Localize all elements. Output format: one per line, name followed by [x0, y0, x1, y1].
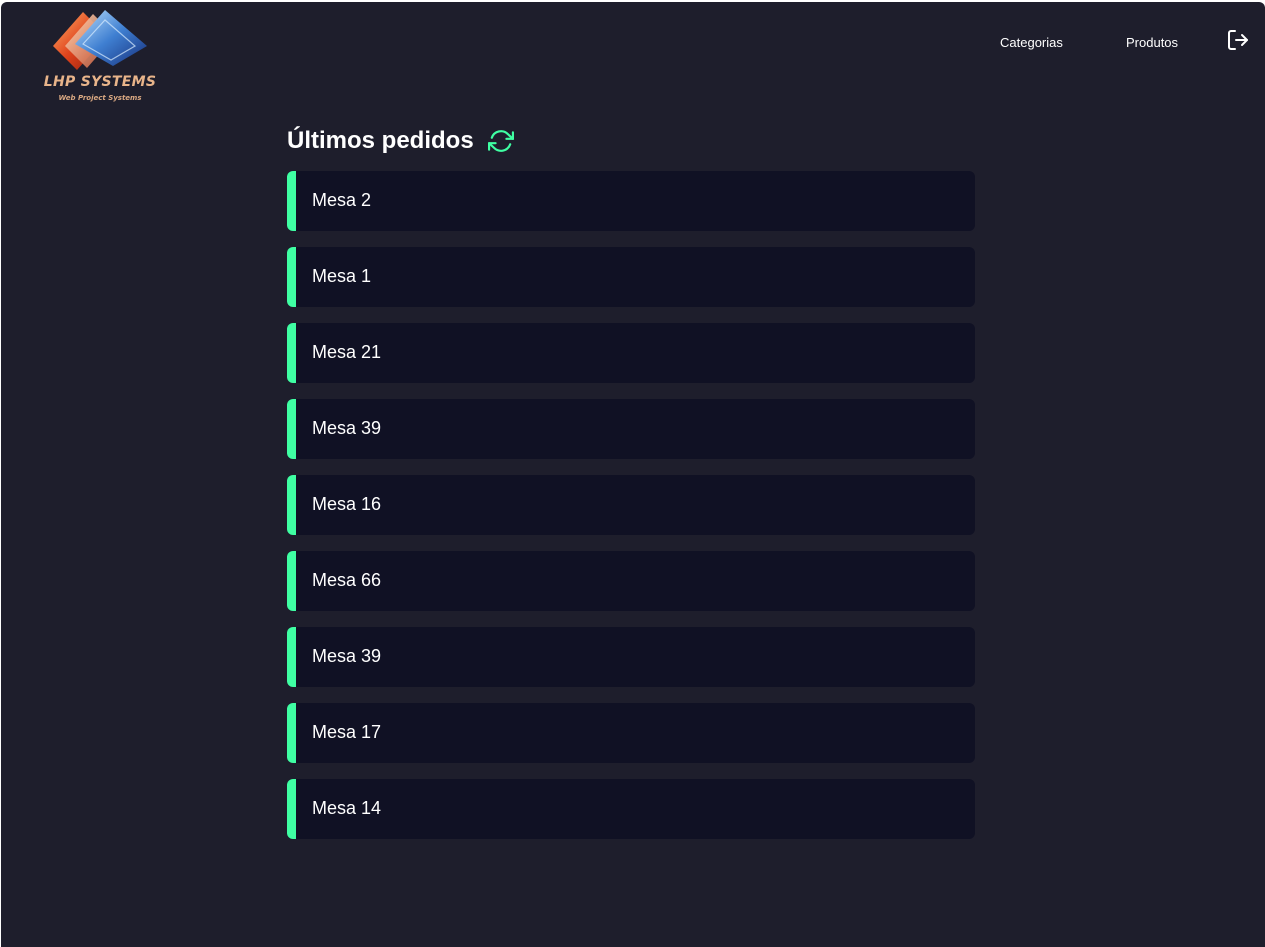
- order-status-bar: [287, 323, 296, 383]
- order-status-bar: [287, 551, 296, 611]
- order-table-label: Mesa 14: [312, 798, 382, 818]
- nav-link-categorias[interactable]: Categorias: [1000, 35, 1063, 50]
- order-table-label: Mesa 21: [312, 342, 382, 362]
- brand-name: LHP SYSTEMS: [43, 74, 157, 90]
- order-item[interactable]: Mesa 39: [287, 399, 975, 459]
- order-status-bar: [287, 627, 296, 687]
- brand-logo[interactable]: LHP SYSTEMS Web Project Systems: [39, 8, 161, 106]
- page-header: Últimos pedidos: [287, 124, 514, 158]
- order-item[interactable]: Mesa 39: [287, 627, 975, 687]
- order-table-label: Mesa 17: [312, 722, 382, 742]
- order-status-bar: [287, 247, 296, 307]
- order-status-bar: [287, 475, 296, 535]
- sign-out-icon: [1228, 30, 1248, 50]
- order-item[interactable]: Mesa 2: [287, 171, 975, 231]
- orders-list: Mesa 2 Mesa 1 Mesa 21 Mesa 39 Mesa 16 Me…: [287, 171, 975, 855]
- order-table-label: Mesa 39: [312, 418, 382, 438]
- order-status-bar: [287, 779, 296, 839]
- order-item[interactable]: Mesa 16: [287, 475, 975, 535]
- order-table-label: Mesa 16: [312, 494, 382, 514]
- order-status-bar: [287, 171, 296, 231]
- order-item[interactable]: Mesa 66: [287, 551, 975, 611]
- order-item[interactable]: Mesa 1: [287, 247, 975, 307]
- logout-button[interactable]: [1226, 28, 1250, 52]
- brand-tagline: Web Project Systems: [58, 94, 142, 102]
- app-window: LHP SYSTEMS Web Project Systems Categori…: [1, 2, 1265, 947]
- order-table-label: Mesa 39: [312, 646, 382, 666]
- order-item[interactable]: Mesa 17: [287, 703, 975, 763]
- order-item[interactable]: Mesa 14: [287, 779, 975, 839]
- order-item[interactable]: Mesa 21: [287, 323, 975, 383]
- page-title: Últimos pedidos: [287, 127, 474, 154]
- nav-link-produtos[interactable]: Produtos: [1126, 35, 1178, 50]
- order-table-label: Mesa 2: [312, 190, 372, 210]
- refresh-button[interactable]: [487, 128, 514, 154]
- order-status-bar: [287, 703, 296, 763]
- stacked-diamonds-logo-icon: [53, 10, 147, 70]
- order-status-bar: [287, 399, 296, 459]
- order-table-label: Mesa 1: [312, 266, 372, 286]
- refresh-icon: [487, 130, 514, 152]
- order-table-label: Mesa 66: [312, 570, 382, 590]
